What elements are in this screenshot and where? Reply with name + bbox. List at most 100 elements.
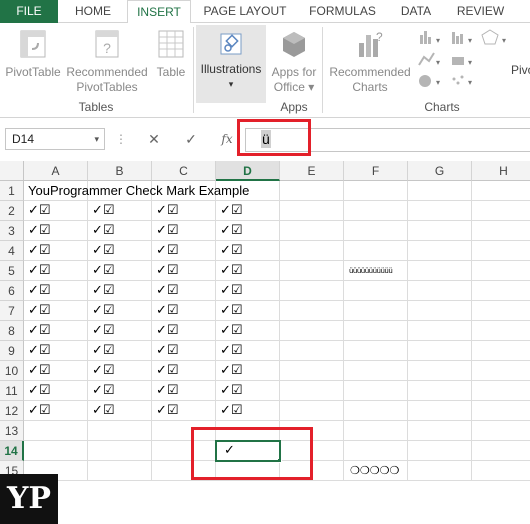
check-cell[interactable]: ✓☑ xyxy=(88,261,152,281)
check-cell[interactable]: ✓☑ xyxy=(88,281,152,301)
row-header-selected[interactable]: 14 xyxy=(0,441,24,461)
grid-cell[interactable] xyxy=(472,401,530,421)
grid-cell[interactable] xyxy=(280,401,344,421)
grid-cell[interactable] xyxy=(408,181,472,201)
check-cell[interactable]: ✓☑ xyxy=(24,201,88,221)
grid-cell[interactable] xyxy=(24,421,88,441)
check-cell[interactable]: ✓☑ xyxy=(88,361,152,381)
check-cell[interactable]: ✓☑ xyxy=(152,281,216,301)
check-cell[interactable]: ✓☑ xyxy=(88,301,152,321)
grid-cell[interactable] xyxy=(344,401,408,421)
check-cell[interactable]: ✓☑ xyxy=(216,201,280,221)
grid-cell[interactable] xyxy=(408,321,472,341)
check-cell[interactable]: ✓☑ xyxy=(24,281,88,301)
cancel-icon[interactable]: ✕ xyxy=(142,128,166,150)
check-cell[interactable]: ✓☑ xyxy=(24,261,88,281)
check-cell[interactable]: ✓☑ xyxy=(24,241,88,261)
grid-cell[interactable] xyxy=(280,201,344,221)
column-header-d[interactable]: D xyxy=(216,161,280,181)
grid-cell[interactable] xyxy=(472,221,530,241)
grid-cell[interactable] xyxy=(344,201,408,221)
row-header[interactable]: 5 xyxy=(0,261,24,281)
row-header[interactable]: 4 xyxy=(0,241,24,261)
grid-cell[interactable] xyxy=(408,461,472,481)
column-header-a[interactable]: A xyxy=(24,161,88,181)
check-cell[interactable]: ✓☑ xyxy=(152,261,216,281)
check-cell[interactable]: ✓☑ xyxy=(88,321,152,341)
check-cell[interactable]: ✓☑ xyxy=(216,241,280,261)
check-cell[interactable]: ✓☑ xyxy=(88,221,152,241)
row-header[interactable]: 12 xyxy=(0,401,24,421)
check-cell[interactable]: ✓☑ xyxy=(216,321,280,341)
column-header-g[interactable]: G xyxy=(408,161,472,181)
grid-cell[interactable] xyxy=(24,441,88,461)
check-cell[interactable]: ✓☑ xyxy=(152,221,216,241)
column-header-c[interactable]: C xyxy=(152,161,216,181)
grid-cell[interactable] xyxy=(344,441,408,461)
grid-cell[interactable] xyxy=(472,201,530,221)
check-cell[interactable]: ✓☑ xyxy=(216,281,280,301)
check-cell[interactable]: ✓☑ xyxy=(24,301,88,321)
grid-cell[interactable] xyxy=(280,301,344,321)
check-cell[interactable]: ✓☑ xyxy=(216,361,280,381)
cell-f15[interactable]: ❍❍❍❍❍ xyxy=(344,461,408,481)
grid-cell[interactable] xyxy=(88,441,152,461)
row-header[interactable]: 1 xyxy=(0,181,24,201)
tab-data[interactable]: DATA xyxy=(390,0,442,23)
enter-icon[interactable]: ✓ xyxy=(179,128,203,150)
column-header-b[interactable]: B xyxy=(88,161,152,181)
check-cell[interactable]: ✓☑ xyxy=(88,341,152,361)
grid-cell[interactable] xyxy=(472,321,530,341)
grid-cell[interactable] xyxy=(472,261,530,281)
grid-cell[interactable] xyxy=(280,341,344,361)
apps-for-office-button[interactable]: Apps for Office ▾ xyxy=(268,29,320,95)
grid-cell[interactable] xyxy=(472,361,530,381)
grid-cell[interactable] xyxy=(280,361,344,381)
check-cell[interactable]: ✓☑ xyxy=(152,201,216,221)
row-header[interactable]: 2 xyxy=(0,201,24,221)
grid-cell[interactable] xyxy=(408,381,472,401)
cell-f5[interactable]: üüüüüüüüüüü xyxy=(344,261,408,281)
grid-cell[interactable] xyxy=(472,341,530,361)
grid-cell[interactable] xyxy=(472,381,530,401)
table-button[interactable]: Table xyxy=(150,29,192,80)
grid-cell[interactable] xyxy=(408,341,472,361)
grid-cell[interactable] xyxy=(280,281,344,301)
tab-file[interactable]: FILE xyxy=(0,0,58,23)
grid-cell[interactable] xyxy=(408,441,472,461)
grid-cell[interactable] xyxy=(408,301,472,321)
check-cell[interactable]: ✓☑ xyxy=(152,241,216,261)
name-box[interactable]: D14 ▾ xyxy=(5,128,105,150)
pivottable-button[interactable]: PivotTable xyxy=(4,29,62,80)
grid-cell[interactable] xyxy=(280,381,344,401)
tab-home[interactable]: HOME xyxy=(62,0,124,23)
grid-cell[interactable] xyxy=(408,421,472,441)
grid-cell[interactable] xyxy=(280,221,344,241)
check-cell[interactable]: ✓☑ xyxy=(152,301,216,321)
check-cell[interactable]: ✓☑ xyxy=(88,381,152,401)
grid-cell[interactable] xyxy=(472,461,530,481)
grid-cell[interactable] xyxy=(344,361,408,381)
row-header[interactable]: 6 xyxy=(0,281,24,301)
check-cell[interactable]: ✓☑ xyxy=(24,221,88,241)
grid-cell[interactable] xyxy=(472,181,530,201)
tab-formulas[interactable]: FORMULAS xyxy=(300,0,385,23)
grid-cell[interactable] xyxy=(408,241,472,261)
check-cell[interactable]: ✓☑ xyxy=(88,401,152,421)
tab-page-layout[interactable]: PAGE LAYOUT xyxy=(195,0,295,23)
select-all-corner[interactable] xyxy=(0,161,24,181)
row-header[interactable]: 8 xyxy=(0,321,24,341)
column-header-e[interactable]: E xyxy=(280,161,344,181)
grid-cell[interactable] xyxy=(344,341,408,361)
grid-cell[interactable] xyxy=(472,301,530,321)
grid-cell[interactable] xyxy=(472,281,530,301)
check-cell[interactable]: ✓☑ xyxy=(88,241,152,261)
check-cell[interactable]: ✓☑ xyxy=(152,361,216,381)
grid-cell[interactable] xyxy=(280,181,344,201)
recommended-charts-button[interactable]: ? Recommended Charts xyxy=(326,29,414,95)
check-cell[interactable]: ✓☑ xyxy=(152,401,216,421)
check-cell[interactable]: ✓☑ xyxy=(24,321,88,341)
column-header-h[interactable]: H xyxy=(472,161,530,181)
grid-cell[interactable] xyxy=(344,321,408,341)
row-header[interactable]: 9 xyxy=(0,341,24,361)
